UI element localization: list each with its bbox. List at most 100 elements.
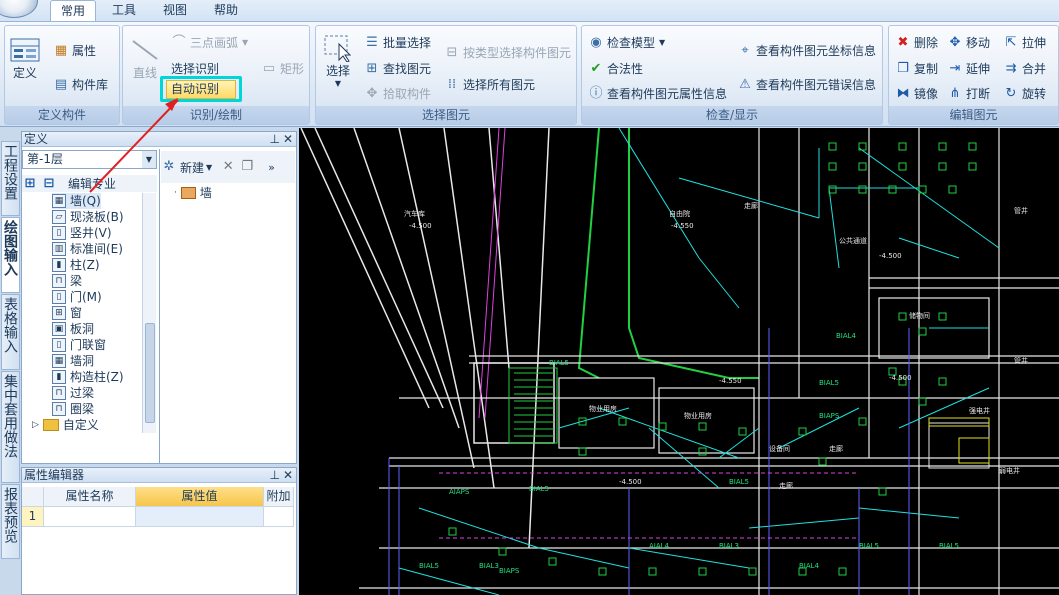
move-button[interactable]: ✥ 移动: [947, 34, 990, 51]
tree-item[interactable]: ▮ 构造柱(Z): [52, 369, 124, 385]
more-icon[interactable]: »: [268, 161, 275, 174]
tree-item[interactable]: ⊓ 梁: [52, 273, 82, 289]
delete-button[interactable]: ✖ 删除: [895, 34, 938, 51]
copy-button[interactable]: ❐ 复制: [895, 60, 938, 77]
three-point-arc-button[interactable]: ⌒ 三点画弧 ▼: [171, 34, 248, 51]
tree-item[interactable]: ⊓ 过梁: [52, 385, 94, 401]
tree-item[interactable]: ▱ 现浇板(B): [52, 209, 124, 225]
component-type-icon: ⊓: [52, 386, 66, 400]
cad-label: 设备间: [769, 444, 790, 453]
expand-arrow-icon[interactable]: ▷: [32, 417, 39, 433]
edit-profession-button[interactable]: 编辑专业: [68, 175, 116, 192]
group-recognize-draw: 直线 ⌒ 三点画弧 ▼ 选择识别 ▭ 矩形 识别/绘制: [122, 25, 310, 125]
column-header-property-value[interactable]: 属性值: [136, 487, 264, 507]
tree-item[interactable]: ▥ 标准间(E): [52, 241, 123, 257]
view-coordinate-info-button[interactable]: ⌖ 查看构件图元坐标信息: [737, 42, 876, 59]
cad-drawing-canvas[interactable]: 汽车库 -4.500 自由院 -4.550 走廊 公共通道 -4.500 -4.550 储物间 -…: [299, 128, 1059, 595]
pin-icon[interactable]: ⊥: [270, 132, 280, 146]
tab-centralized-method[interactable]: 集中套用做法: [1, 371, 20, 483]
tree-item[interactable]: ▦ 墙(Q): [52, 193, 101, 209]
property-name-cell[interactable]: [44, 507, 136, 527]
tree-item[interactable]: ⊞ 窗: [52, 305, 82, 321]
define-panel-title: 定义 ⊥ ✕: [22, 132, 296, 147]
view-attribute-info-label: 查看构件图元属性信息: [607, 87, 728, 101]
select-recognize-button[interactable]: 选择识别: [171, 60, 219, 77]
pin-icon[interactable]: ⊥: [270, 468, 280, 482]
define-button[interactable]: 定义: [9, 36, 41, 81]
copy-icon[interactable]: ❐: [239, 159, 255, 175]
component-list-item[interactable]: · 墙: [174, 184, 212, 201]
cad-fixture: [968, 162, 977, 171]
property-value-cell[interactable]: [136, 507, 264, 527]
tree-scrollbar[interactable]: [142, 193, 156, 433]
pick-component-button[interactable]: ✥ 拾取构件: [364, 85, 431, 102]
chevron-down-icon[interactable]: ▼: [206, 163, 212, 172]
legality-label: 合法性: [607, 62, 644, 76]
group-title-select: 选择图元: [316, 106, 576, 124]
tab-help[interactable]: 帮助: [204, 0, 248, 21]
tree-item[interactable]: ▯ 门联窗: [52, 337, 106, 353]
batch-select-button[interactable]: ☰ 批量选择: [364, 34, 431, 51]
tree-item[interactable]: ⊓ 圈梁: [52, 401, 94, 417]
legality-button[interactable]: ✔ 合法性: [588, 60, 643, 77]
tab-report-preview[interactable]: 报表预览: [1, 484, 20, 559]
tree-item[interactable]: ▯ 门(M): [52, 289, 102, 305]
tab-table-input[interactable]: 表格输入: [1, 294, 20, 370]
tree-item-label: 圈梁: [70, 402, 95, 416]
tree-item[interactable]: ▯ 竖井(V): [52, 225, 112, 241]
view-error-info-label: 查看构件图元错误信息: [756, 78, 877, 92]
line-button[interactable]: 直线: [129, 36, 161, 81]
new-icon: ✲: [163, 159, 175, 174]
cad-line: [698, 257, 740, 309]
delete-icon[interactable]: ✕: [220, 159, 236, 175]
property-extra-cell[interactable]: [264, 507, 294, 527]
column-header-property-name[interactable]: 属性名称: [44, 487, 136, 507]
cad-line: [828, 187, 840, 269]
close-icon[interactable]: ✕: [283, 132, 293, 146]
copy-icon: ❐: [897, 60, 909, 76]
expand-all-icon[interactable]: ⊞: [22, 176, 38, 192]
rectangle-button[interactable]: ▭ 矩形: [261, 60, 304, 77]
scrollbar-thumb[interactable]: [145, 323, 155, 423]
attribute-button[interactable]: ▦ 属性: [53, 42, 96, 59]
view-attribute-info-button[interactable]: ⓘ 查看构件图元属性信息: [588, 85, 727, 102]
cad-line: [928, 417, 990, 427]
mirror-button[interactable]: ⧓ 镜像: [895, 85, 939, 102]
tab-project-settings[interactable]: 工程设置: [1, 141, 20, 216]
stretch-button[interactable]: ⇱ 拉伸: [1003, 34, 1046, 51]
library-icon: ▤: [54, 76, 68, 92]
tab-common[interactable]: 常用: [50, 0, 97, 22]
find-element-button[interactable]: ⊞ 查找图元: [364, 60, 431, 77]
tree-item-custom[interactable]: ▷ 自定义: [32, 417, 99, 433]
cad-fixture: [858, 417, 867, 426]
floor-select-value: 第-1层: [27, 152, 63, 166]
cad-label: -4.550: [719, 377, 742, 385]
auto-recognize-button[interactable]: 自动识别: [166, 80, 236, 99]
tab-drawing-input[interactable]: 绘图输入: [1, 217, 20, 293]
group-title-recognize: 识别/绘制: [123, 106, 309, 124]
extend-button[interactable]: ⇥ 延伸: [947, 60, 990, 77]
tree-item[interactable]: ▦ 墙洞: [52, 353, 94, 369]
view-error-info-button[interactable]: ⚠ 查看构件图元错误信息: [737, 76, 876, 93]
break-button[interactable]: ⋔ 打断: [947, 85, 990, 102]
tree-item-label: 梁: [70, 274, 83, 288]
select-all-button[interactable]: ⁞⁞ 选择所有图元: [444, 76, 535, 93]
close-icon[interactable]: ✕: [283, 468, 293, 482]
rotate-button[interactable]: ↻ 旋转: [1003, 85, 1046, 102]
merge-button[interactable]: ⇉ 合并: [1003, 60, 1046, 77]
find-element-label: 查找图元: [383, 62, 432, 76]
select-by-type-button[interactable]: ⊟ 按类型选择构件图元: [444, 44, 571, 61]
check-model-button[interactable]: ◉ 检查模型 ▼: [588, 34, 665, 51]
column-header-extra[interactable]: 附加: [264, 487, 294, 507]
application-menu-button[interactable]: [0, 0, 38, 18]
tab-view[interactable]: 视图: [153, 0, 197, 21]
new-button[interactable]: 新建: [180, 159, 204, 176]
select-button[interactable]: 选择 ▼: [322, 34, 354, 88]
component-type-icon: ⊞: [52, 306, 66, 320]
collapse-all-icon[interactable]: ⊟: [41, 176, 57, 192]
tree-item[interactable]: ▮ 柱(Z): [52, 257, 100, 273]
component-library-button[interactable]: ▤ 构件库: [53, 76, 108, 93]
tree-item[interactable]: ▣ 板洞: [52, 321, 94, 337]
floor-select[interactable]: 第-1层 ▼: [22, 150, 157, 169]
tab-tools[interactable]: 工具: [102, 0, 146, 21]
